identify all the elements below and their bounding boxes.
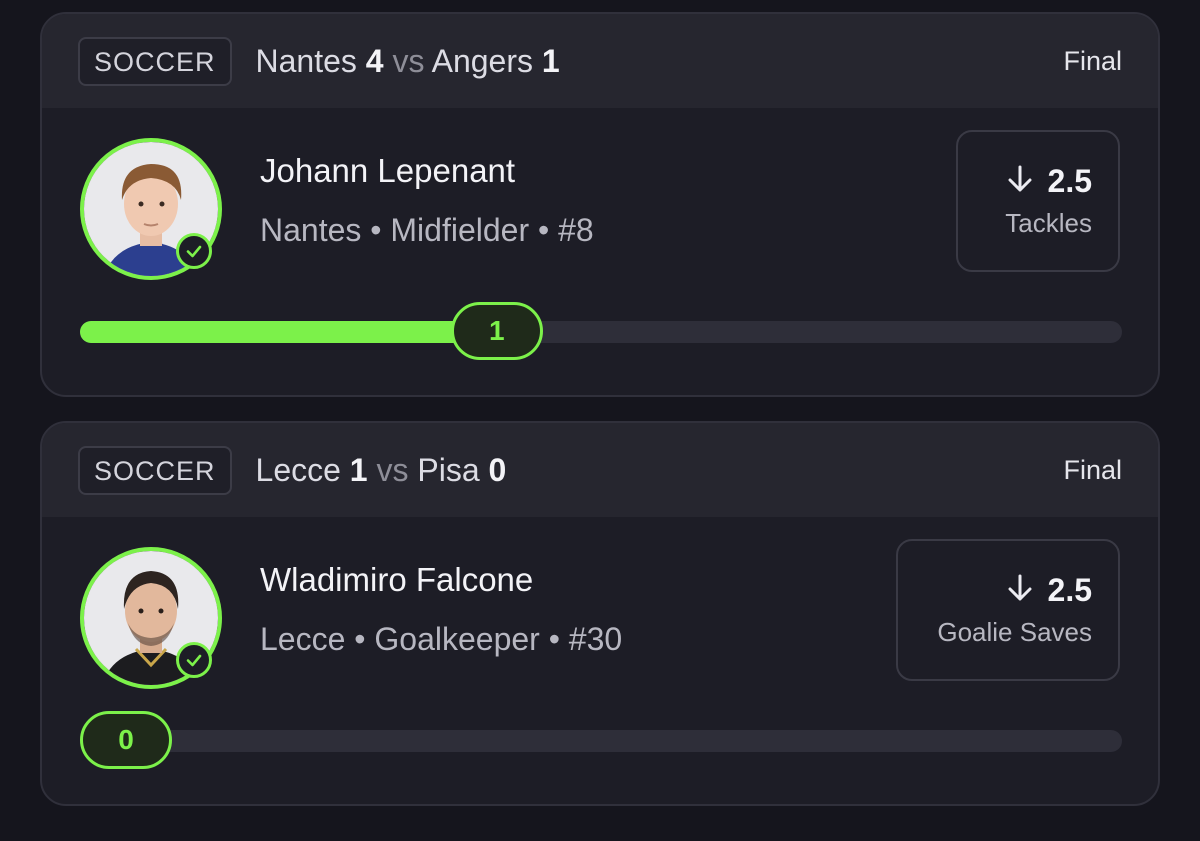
line-row: 2.5 <box>1006 163 1092 200</box>
home-team: Lecce <box>255 451 341 488</box>
player-meta: Lecce • Goalkeeper • #30 <box>260 621 622 658</box>
sport-tag: SOCCER <box>78 36 232 86</box>
prop-line-box[interactable]: 2.5 Tackles <box>956 130 1120 272</box>
matchup: Lecce 1 vs Pisa 0 <box>256 452 1064 489</box>
player-number: #30 <box>568 621 623 657</box>
player-name: Johann Lepenant <box>260 152 516 189</box>
player-name: Wladimiro Falcone <box>260 561 534 598</box>
line-value: 2.5 <box>1047 572 1092 608</box>
prop-card[interactable]: SOCCER Nantes 4 vs Angers 1 Final Johann… <box>40 12 1160 397</box>
home-team: Nantes <box>255 42 357 79</box>
player-number: #8 <box>558 212 594 248</box>
away-team: Pisa <box>417 451 480 488</box>
away-score: 0 <box>488 451 507 488</box>
separator-dot: • <box>354 621 375 657</box>
arrow-down-icon <box>1006 573 1034 608</box>
line-row: 2.5 <box>1006 572 1092 609</box>
player-position: Goalkeeper <box>374 621 540 657</box>
prop-body: Johann Lepenant Nantes • Midfielder • #8… <box>42 108 1158 395</box>
game-header: SOCCER Nantes 4 vs Angers 1 Final <box>42 14 1158 108</box>
progress-fill <box>80 321 497 343</box>
away-score: 1 <box>541 42 560 79</box>
progress-track: 1 <box>80 302 1122 360</box>
progress-track: 0 <box>80 711 1122 769</box>
actual-value-pill: 0 <box>80 711 172 769</box>
sport-tag: SOCCER <box>78 445 232 495</box>
player-meta: Nantes • Midfielder • #8 <box>260 212 594 249</box>
arrow-down-icon <box>1006 164 1034 199</box>
away-team: Angers <box>431 42 533 79</box>
prop-line-box[interactable]: 2.5 Goalie Saves <box>896 539 1120 681</box>
home-score: 4 <box>365 42 384 79</box>
stat-type: Goalie Saves <box>937 617 1092 647</box>
game-status: Final <box>1063 45 1122 76</box>
game-header: SOCCER Lecce 1 vs Pisa 0 Final <box>42 423 1158 517</box>
line-value: 2.5 <box>1047 163 1092 199</box>
vs-label: vs <box>376 451 409 488</box>
stat-type: Tackles <box>1005 208 1092 238</box>
verified-check-icon <box>176 233 212 269</box>
prop-body: Wladimiro Falcone Lecce • Goalkeeper • #… <box>42 517 1158 804</box>
game-status: Final <box>1063 454 1122 485</box>
player-team: Nantes <box>260 212 362 248</box>
vs-label: vs <box>392 42 425 79</box>
verified-check-icon <box>176 642 212 678</box>
separator-dot: • <box>370 212 391 248</box>
actual-value-pill: 1 <box>450 302 543 360</box>
separator-dot: • <box>537 212 559 248</box>
separator-dot: • <box>548 621 569 657</box>
player-team: Lecce <box>260 621 346 657</box>
player-position: Midfielder <box>390 212 530 248</box>
matchup: Nantes 4 vs Angers 1 <box>256 43 1064 80</box>
prop-card[interactable]: SOCCER Lecce 1 vs Pisa 0 Final Wladimiro… <box>40 421 1160 806</box>
home-score: 1 <box>349 451 368 488</box>
